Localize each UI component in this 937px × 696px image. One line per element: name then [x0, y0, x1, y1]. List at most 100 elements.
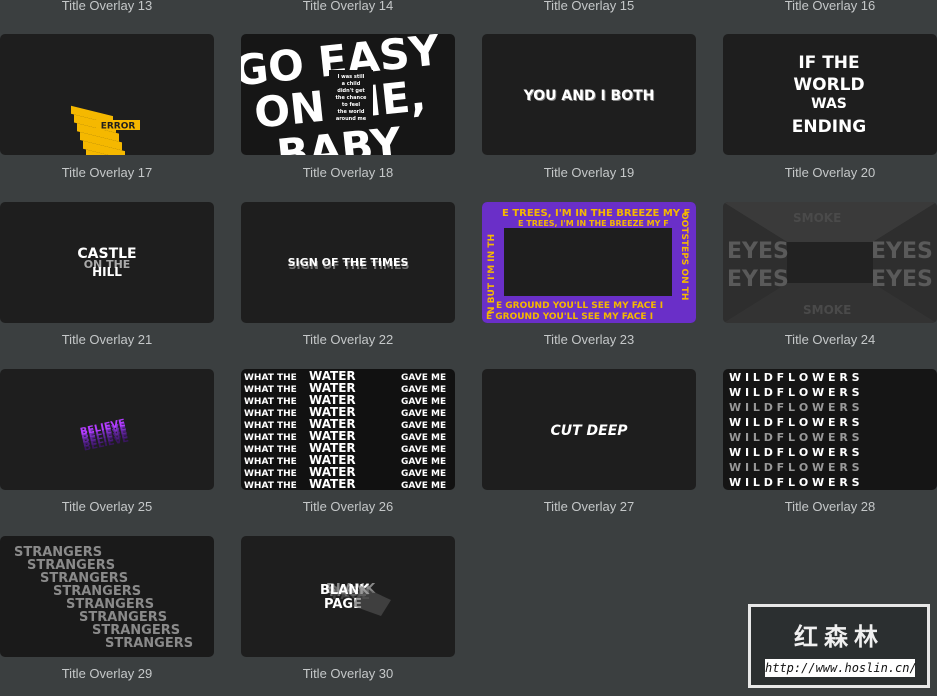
tile-title-overlay-18[interactable]: GO EASY ON ME, BABY I was still a child …	[241, 34, 455, 155]
tile-24-text-top: SMOKE	[793, 211, 841, 225]
watermark-text: 红森林	[794, 622, 884, 651]
svg-text:GAVE ME: GAVE ME	[401, 385, 446, 395]
tile-title-overlay-26[interactable]: WHAT THE WATER GAVE ME WHAT THE WATER GAVE M…	[241, 369, 455, 490]
tile-21-preview: CASTLE ON THE HILL	[77, 246, 136, 279]
tile-title-overlay-23[interactable]: E TREES, I'M IN THE BREEZE MY F E TREES,…	[482, 202, 696, 323]
svg-text:WHAT THE: WHAT THE	[244, 433, 297, 443]
tile-23-text-top: E TREES, I'M IN THE BREEZE MY F	[502, 208, 690, 219]
tile-24-preview: EYES EYES EYES EYES SMOKE SMOKE	[723, 202, 937, 323]
tile-29-preview: STRANGERS STRANGERS STRANGERS STRANGERS …	[14, 545, 193, 651]
tile-title-overlay-17[interactable]: ERROR	[0, 34, 214, 155]
svg-text:W I L D F L O W E R S: W I L D F L O W E R S	[729, 386, 860, 399]
svg-text:WATER: WATER	[309, 477, 356, 490]
tile-23-text-bottom-2: E GROUND YOU'LL SEE MY FACE I	[486, 312, 653, 322]
tile-title-overlay-27[interactable]: CUT DEEP	[482, 369, 696, 490]
svg-text:GAVE ME: GAVE ME	[401, 445, 446, 455]
tile-label-29: Title Overlay 29	[61, 666, 153, 681]
tile-24-text-left: EYES	[727, 239, 789, 264]
tile-label-26: Title Overlay 26	[302, 499, 394, 514]
tile-24-text-bottom: SMOKE	[803, 303, 851, 317]
tile-label-27: Title Overlay 27	[543, 499, 635, 514]
tile-23-text-left: N BUT I'M IN TH	[487, 234, 497, 314]
svg-text:W I L D F L O W E R S: W I L D F L O W E R S	[729, 416, 860, 429]
svg-text:W I L D F L O W E R S: W I L D F L O W E R S	[729, 401, 860, 414]
tile-label-23: Title Overlay 23	[543, 332, 635, 347]
svg-text:WHAT THE: WHAT THE	[244, 409, 297, 419]
tile-23-text-bottom: E GROUND YOU'LL SEE MY FACE I	[496, 301, 663, 311]
tile-29-text: STRANGERS	[105, 636, 193, 651]
svg-text:W I L D F L O W E R S: W I L D F L O W E R S	[729, 431, 860, 444]
svg-text:W I L D F L O W E R S: W I L D F L O W E R S	[729, 461, 860, 474]
tile-title-overlay-20[interactable]: IF THE WORLD WAS ENDING	[723, 34, 937, 155]
tile-24-text-right: EYES	[871, 239, 933, 264]
svg-text:WHAT THE: WHAT THE	[244, 373, 297, 383]
tile-30-preview: PAGE PAGE BLANK BLANK PAGE	[320, 582, 391, 616]
tile-title-overlay-19[interactable]: YOU AND I BOTH YOU AND I BOTH	[482, 34, 696, 155]
tile-20-preview: IF THE WORLD WAS ENDING	[792, 53, 866, 137]
tile-title-overlay-29[interactable]: STRANGERS STRANGERS STRANGERS STRANGERS …	[0, 536, 214, 657]
tile-26-preview: WHAT THE WATER GAVE ME WHAT THE WATER GAVE M…	[244, 369, 446, 490]
svg-text:GAVE ME: GAVE ME	[401, 481, 446, 490]
tile-label-21: Title Overlay 21	[61, 332, 153, 347]
tile-23-preview: E TREES, I'M IN THE BREEZE MY F E TREES,…	[482, 202, 696, 323]
tile-label-30: Title Overlay 30	[302, 666, 394, 681]
tile-22-text: SIGN OF THE TIMES	[288, 256, 409, 269]
tile-title-overlay-22[interactable]: SIGN OF THE TIMES SIGN OF THE TIMES	[241, 202, 455, 323]
svg-text:to feel: to feel	[342, 102, 361, 108]
svg-text:W I L D F L O W E R S: W I L D F L O W E R S	[729, 446, 860, 459]
tile-label-13: Title Overlay 13	[61, 0, 153, 13]
svg-text:GAVE ME: GAVE ME	[401, 433, 446, 443]
tile-19-preview: YOU AND I BOTH YOU AND I BOTH	[523, 88, 656, 105]
tile-label-15: Title Overlay 15	[543, 0, 635, 13]
tile-27-text: CUT DEEP	[550, 423, 628, 439]
tile-label-24: Title Overlay 24	[784, 332, 876, 347]
tile-18-preview: GO EASY ON ME, BABY I was still a child …	[241, 34, 443, 155]
svg-text:WHAT THE: WHAT THE	[244, 397, 297, 407]
tile-25-preview: BELIEVE BELIEVE BELIEVE BELIEVE BELIEVE	[79, 418, 130, 454]
tile-27-preview: CUT DEEP	[550, 423, 628, 439]
svg-text:WHAT THE: WHAT THE	[244, 421, 297, 431]
tile-label-28: Title Overlay 28	[784, 499, 876, 514]
tile-20-text-4: ENDING	[792, 117, 866, 137]
tile-22-preview: SIGN OF THE TIMES SIGN OF THE TIMES	[288, 256, 410, 272]
svg-text:WHAT THE: WHAT THE	[244, 481, 297, 490]
svg-text:W I L D F L O W E R S: W I L D F L O W E R S	[729, 371, 860, 384]
tile-title-overlay-30[interactable]: PAGE PAGE BLANK BLANK PAGE	[241, 536, 455, 657]
tile-label-17: Title Overlay 17	[61, 165, 153, 180]
svg-text:EYES: EYES	[871, 267, 933, 292]
svg-text:GAVE ME: GAVE ME	[401, 469, 446, 479]
tile-20-text-3: WAS	[811, 96, 847, 112]
tile-28-text: W I L D F L O W E R S	[729, 476, 860, 489]
tile-23-text-right: OOTSTEPS ON TH	[679, 212, 689, 300]
tile-17-preview: ERROR	[71, 105, 140, 155]
tile-label-16: Title Overlay 16	[784, 0, 876, 13]
svg-text:the chance: the chance	[336, 95, 368, 101]
svg-text:GAVE ME: GAVE ME	[401, 373, 446, 383]
tile-title-overlay-21[interactable]: CASTLE ON THE HILL	[0, 202, 214, 323]
tile-20-text-2: WORLD	[793, 75, 864, 95]
svg-text:GAVE ME: GAVE ME	[401, 409, 446, 419]
tile-28-preview: W I L D F L O W E R S W I L D F L O W E …	[729, 371, 860, 489]
watermark-logo: 红森林 http://www.hoslin.cn/	[748, 604, 930, 688]
svg-text:WHAT THE: WHAT THE	[244, 445, 297, 455]
svg-text:I was still: I was still	[338, 74, 365, 80]
svg-text:the world: the world	[338, 109, 365, 115]
tile-23-text-top-2: E TREES, I'M IN THE BREEZE MY F	[518, 219, 669, 228]
tile-label-14: Title Overlay 14	[302, 0, 394, 13]
svg-text:WHAT THE: WHAT THE	[244, 457, 297, 467]
tile-21-text-3: HILL	[92, 265, 122, 279]
tile-label-25: Title Overlay 25	[61, 499, 153, 514]
tile-label-22: Title Overlay 22	[302, 332, 394, 347]
svg-text:WHAT THE: WHAT THE	[244, 469, 297, 479]
tile-20-text-1: IF THE	[798, 53, 859, 73]
tile-title-overlay-28[interactable]: W I L D F L O W E R S W I L D F L O W E …	[723, 369, 937, 490]
watermark-url: http://www.hoslin.cn/	[765, 659, 917, 677]
tile-title-overlay-24[interactable]: EYES EYES EYES EYES SMOKE SMOKE	[723, 202, 937, 323]
svg-text:a child: a child	[342, 81, 361, 87]
svg-text:WHAT THE: WHAT THE	[244, 385, 297, 395]
tile-label-20: Title Overlay 20	[784, 165, 876, 180]
svg-text:didn't get: didn't get	[337, 88, 365, 94]
svg-text:GAVE ME: GAVE ME	[401, 421, 446, 431]
tile-title-overlay-25[interactable]: BELIEVE BELIEVE BELIEVE BELIEVE BELIEVE	[0, 369, 214, 490]
tile-19-text: YOU AND I BOTH	[523, 88, 655, 104]
